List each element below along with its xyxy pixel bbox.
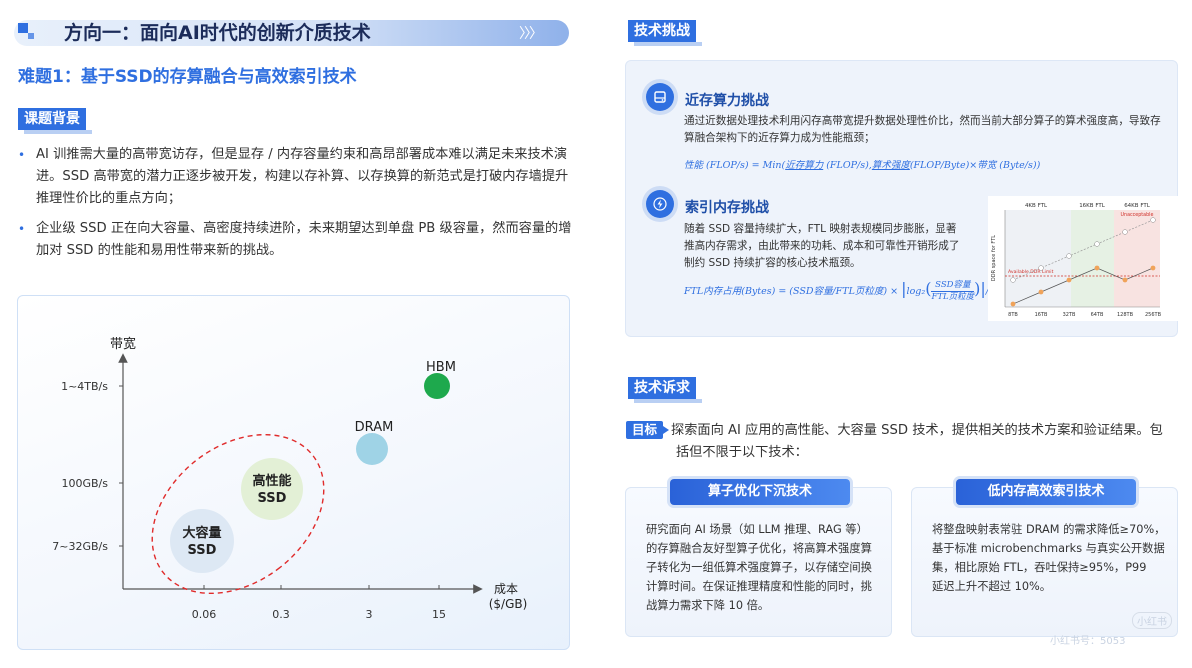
ftl-zone-4kb — [1005, 210, 1071, 307]
ftl-unacceptable-label: Unacceptable — [1121, 212, 1154, 218]
header-square-small-icon — [28, 33, 34, 39]
ftl-zone-16kb — [1071, 210, 1114, 307]
header-square-icon — [18, 23, 28, 33]
bubble-label-dram: DRAM — [355, 420, 394, 435]
index-challenge-title: 索引内存挑战 — [685, 200, 769, 216]
ftl-zone-64kb — [1114, 210, 1160, 307]
page-title: 方向一：面向AI时代的创新介质技术 — [64, 22, 371, 44]
requirements-tag: 技术诉求 — [628, 377, 702, 403]
low-memory-index-text: 将整盘映射表常驻 DRAM 的需求降低≥70%， 基于标准 microbench… — [932, 523, 1166, 593]
watermark-id: 小红书号：5053 — [1050, 636, 1126, 647]
goal-text: 探索面向 AI 应用的高性能、大容量 SSD 技术，提供相关的技术方案和验证结果… — [671, 423, 1163, 438]
y-tick-label: 1~4TB/s — [61, 380, 108, 393]
bubble-label-performance-ssd: 高性能 — [252, 473, 291, 489]
lightning-icon — [646, 190, 674, 218]
ftl-orange-series-point — [1038, 289, 1044, 295]
bubble-capacity-ssd — [170, 509, 234, 573]
compute-challenge-title: 近存算力挑战 — [685, 93, 769, 109]
x-axis-title: 成本 — [494, 582, 518, 596]
background-bullets: AI 训推需大量的高带宽访存，但是显存 / 内存容量约束和高昂部署成本难以满足未… — [18, 144, 573, 270]
ftl-gray-series-point — [1122, 229, 1128, 235]
ftl-gray-series-point — [1066, 253, 1072, 259]
bullet-item: AI 训推需大量的高带宽访存，但是显存 / 内存容量约束和高昂部署成本难以满足未… — [18, 144, 573, 210]
ftl-x-tick-label: 32TB — [1063, 312, 1076, 318]
x-axis-unit: ($/GB) — [489, 597, 528, 611]
ftl-memory-formula: FTL内存占用(Bytes) = (SSD容量/FTL页粒度) × |log₂(… — [684, 279, 995, 302]
ftl-gray-series-point — [1010, 277, 1016, 283]
low-memory-index-title: 低内存高效索引技术 — [956, 479, 1136, 505]
ftl-zone-label: 64KB FTL — [1124, 203, 1151, 209]
ftl-y-label: DDR space for FTL — [991, 235, 997, 281]
storage-icon — [646, 83, 674, 111]
section-header-bar: 方向一：面向AI时代的创新介质技术 〉〉〉 — [14, 20, 569, 46]
x-tick-label: 15 — [432, 608, 446, 621]
ftl-x-tick-label: 64TB — [1091, 312, 1104, 318]
y-tick-label: 100GB/s — [61, 477, 108, 490]
challenges-card: 近存算力挑战 通过近数据处理技术利用闪存高带宽提升数据处理性价比，然而当前大部分… — [625, 60, 1178, 337]
ssd-highlight-ellipse — [151, 433, 325, 595]
y-tick-label: 7~32GB/s — [52, 540, 108, 553]
goal-row: 目标 探索面向 AI 应用的高性能、大容量 SSD 技术，提供相关的技术方案和验证… — [626, 420, 1182, 464]
background-tag: 课题背景 — [18, 108, 92, 134]
ftl-gray-series-point — [1150, 217, 1156, 223]
ftl-orange-series-point — [1010, 301, 1016, 307]
x-tick-label: 0.06 — [192, 608, 217, 621]
bubble-label-hbm: HBM — [426, 360, 456, 375]
bubble-label-capacity-ssd-2: SSD — [188, 543, 217, 558]
ftl-orange-series-point — [1066, 277, 1072, 283]
ftl-gray-series-point — [1038, 265, 1044, 271]
bubble-label-capacity-ssd: 大容量 — [182, 525, 221, 541]
problem-title: 难题1：基于SSD的存算融合与高效索引技术 — [18, 67, 357, 87]
ftl-orange-series-point — [1122, 277, 1128, 283]
challenges-tag: 技术挑战 — [628, 20, 702, 46]
ftl-chart: 4KB FTL 16KB FTL 64KB FTL Unacceptable A… — [988, 196, 1178, 321]
ftl-x-tick-label: 128TB — [1117, 312, 1134, 318]
ftl-x-tick-label: 8TB — [1008, 312, 1018, 318]
bullet-item: 企业级 SSD 正在向大容量、高密度持续进阶，未来期望达到单盘 PB 级容量，然… — [18, 218, 573, 262]
bubble-chart-panel: 带宽 成本 ($/GB) 1~4TB/s 100GB/s 7~32GB/s 0.… — [17, 295, 570, 650]
operator-offload-box: 算子优化下沉技术 研究面向 AI 场景（如 LLM 推理、RAG 等） 的存算融… — [625, 479, 892, 637]
index-challenge-text: 随着 SSD 容量持续扩大，FTL 映射表规模同步膨胀，显著推高内存需求，由此带… — [684, 223, 960, 269]
bubble-performance-ssd — [241, 458, 303, 520]
performance-formula: 性能 (FLOP/s) = Min(近存算力 (FLOP/s),算术强度(FLO… — [684, 160, 1041, 171]
y-axis-title: 带宽 — [110, 336, 136, 352]
ftl-zone-label: 16KB FTL — [1079, 203, 1106, 209]
operator-offload-text: 研究面向 AI 场景（如 LLM 推理、RAG 等） 的存算融合友好型算子优化，… — [646, 523, 872, 612]
ftl-x-tick-label: 16TB — [1035, 312, 1048, 318]
ftl-gray-series-point — [1094, 241, 1100, 247]
compute-challenge-text: 通过近数据处理技术利用闪存高带宽提升数据处理性价比，然而当前大部分算子的算术强度… — [684, 115, 1161, 144]
bubble-chart: 带宽 成本 ($/GB) 1~4TB/s 100GB/s 7~32GB/s 0.… — [52, 336, 528, 621]
watermark-badge: 小红书 — [1132, 612, 1172, 629]
bubble-hbm — [424, 373, 450, 399]
operator-offload-title: 算子优化下沉技术 — [670, 479, 850, 505]
bubble-dram — [356, 433, 388, 465]
x-tick-label: 3 — [366, 608, 373, 621]
goal-badge: 目标 — [626, 421, 670, 439]
bubble-label-performance-ssd-2: SSD — [258, 491, 287, 506]
ftl-orange-series-point — [1150, 265, 1156, 271]
chevrons-right-icon: 〉〉〉 — [519, 26, 543, 42]
ftl-zone-label: 4KB FTL — [1025, 203, 1048, 209]
ftl-orange-series-point — [1094, 265, 1100, 271]
x-tick-label: 0.3 — [272, 608, 290, 621]
goal-text-line2: 括但不限于以下技术： — [676, 445, 808, 460]
ftl-x-tick-label: 256TB — [1145, 312, 1162, 318]
